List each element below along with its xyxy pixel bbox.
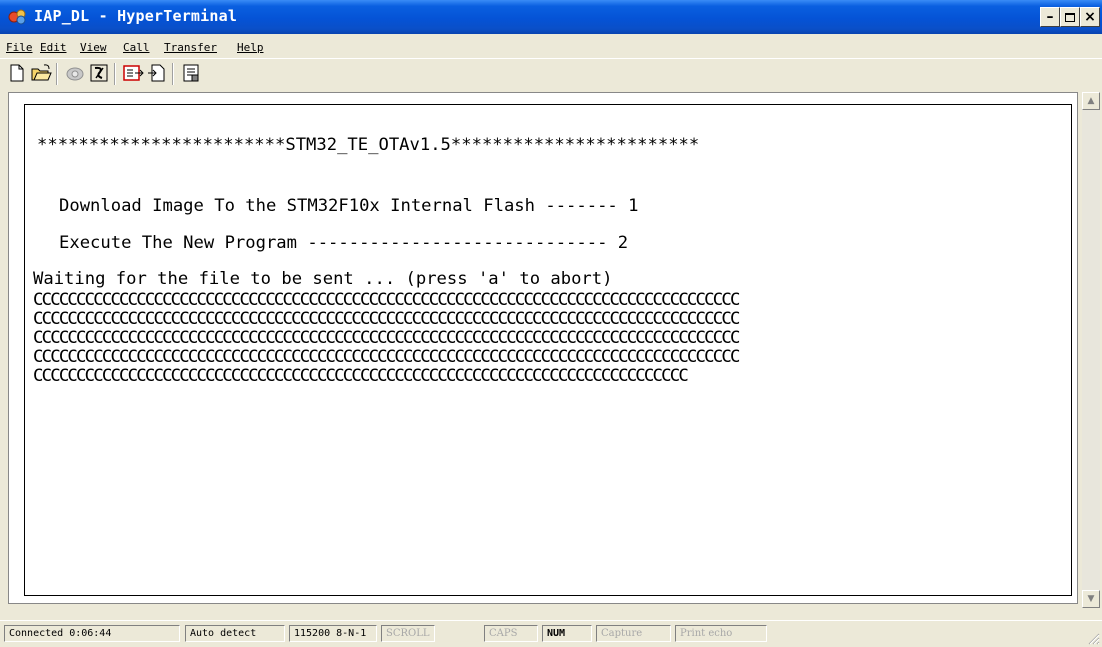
- arrow-down-icon: ▼: [1087, 594, 1095, 604]
- waiting-message: Waiting for the file to be sent ... (pre…: [33, 269, 613, 289]
- menu-transfer[interactable]: Transfer: [164, 41, 217, 54]
- menu-help[interactable]: Help: [237, 41, 264, 54]
- menu-edit[interactable]: Edit: [40, 41, 67, 54]
- minimize-button[interactable]: –: [1040, 7, 1060, 27]
- receive-icon[interactable]: [146, 63, 168, 83]
- menu-transfer-label: Transfer: [164, 41, 217, 54]
- status-connected: Connected 0:06:44: [4, 625, 180, 642]
- toolbar-divider: [114, 63, 116, 85]
- maximize-button[interactable]: [1060, 7, 1080, 27]
- minimize-icon: –: [1046, 9, 1054, 25]
- menu-option-execute: Execute The New Program ----------------…: [59, 233, 629, 253]
- open-icon[interactable]: [30, 63, 52, 83]
- hyperterminal-app-icon[interactable]: [8, 8, 28, 26]
- status-num: NUM: [542, 625, 592, 642]
- scroll-down-button[interactable]: ▼: [1082, 590, 1100, 608]
- arrow-up-icon: ▲: [1087, 96, 1095, 106]
- terminal-c-line: CCCCCCCCCCCCCCCCCCCCCCCCCCCCCCCCCCCCCCCC…: [33, 328, 740, 348]
- toolbar-divider: [172, 63, 174, 85]
- window-title: IAP_DL - HyperTerminal: [34, 7, 238, 25]
- vertical-scrollbar[interactable]: ▲ ▼: [1082, 92, 1100, 608]
- disconnect-icon[interactable]: [88, 63, 110, 83]
- terminal-c-line: CCCCCCCCCCCCCCCCCCCCCCCCCCCCCCCCCCCCCCCC…: [33, 347, 740, 367]
- menu-option-download: Download Image To the STM32F10x Internal…: [59, 196, 639, 216]
- menu-help-label: Help: [237, 41, 264, 54]
- toolbar: [0, 59, 1102, 89]
- menu-edit-label: Edit: [40, 41, 67, 54]
- terminal-header-line: ************************STM32_TE_OTAv1.5…: [37, 135, 700, 155]
- close-icon: ×: [1084, 9, 1096, 25]
- status-capture: Capture: [596, 625, 671, 642]
- status-settings: 115200 8-N-1: [289, 625, 377, 642]
- menu-call[interactable]: Call: [123, 41, 150, 54]
- status-caps: CAPS: [484, 625, 538, 642]
- dial-icon[interactable]: [64, 63, 86, 83]
- status-detect: Auto detect: [185, 625, 285, 642]
- new-connection-icon[interactable]: [6, 63, 28, 83]
- close-button[interactable]: ×: [1080, 7, 1100, 27]
- menu-view-label: View: [80, 41, 107, 54]
- maximize-icon: [1065, 12, 1075, 22]
- menu-file-label: File: [6, 41, 33, 54]
- menu-bar: File Edit View Call Transfer Help: [0, 34, 1102, 58]
- status-bar: Connected 0:06:44 Auto detect 115200 8-N…: [0, 620, 1102, 647]
- terminal-c-line: CCCCCCCCCCCCCCCCCCCCCCCCCCCCCCCCCCCCCCCC…: [33, 290, 740, 310]
- resize-grip-icon[interactable]: [1086, 631, 1100, 645]
- terminal-c-line: CCCCCCCCCCCCCCCCCCCCCCCCCCCCCCCCCCCCCCCC…: [33, 309, 740, 329]
- status-scroll: SCROLL: [381, 625, 435, 642]
- toolbar-divider: [56, 63, 58, 85]
- send-icon[interactable]: [122, 63, 144, 83]
- menu-view[interactable]: View: [80, 41, 107, 54]
- menu-file[interactable]: File: [6, 41, 33, 54]
- status-print-echo: Print echo: [675, 625, 767, 642]
- scroll-up-button[interactable]: ▲: [1082, 92, 1100, 110]
- terminal-c-line: CCCCCCCCCCCCCCCCCCCCCCCCCCCCCCCCCCCCCCCC…: [33, 366, 689, 386]
- menu-call-label: Call: [123, 41, 150, 54]
- title-bar[interactable]: IAP_DL - HyperTerminal – ×: [0, 0, 1102, 34]
- properties-icon[interactable]: [180, 63, 202, 83]
- terminal-screen[interactable]: ************************STM32_TE_OTAv1.5…: [24, 104, 1072, 596]
